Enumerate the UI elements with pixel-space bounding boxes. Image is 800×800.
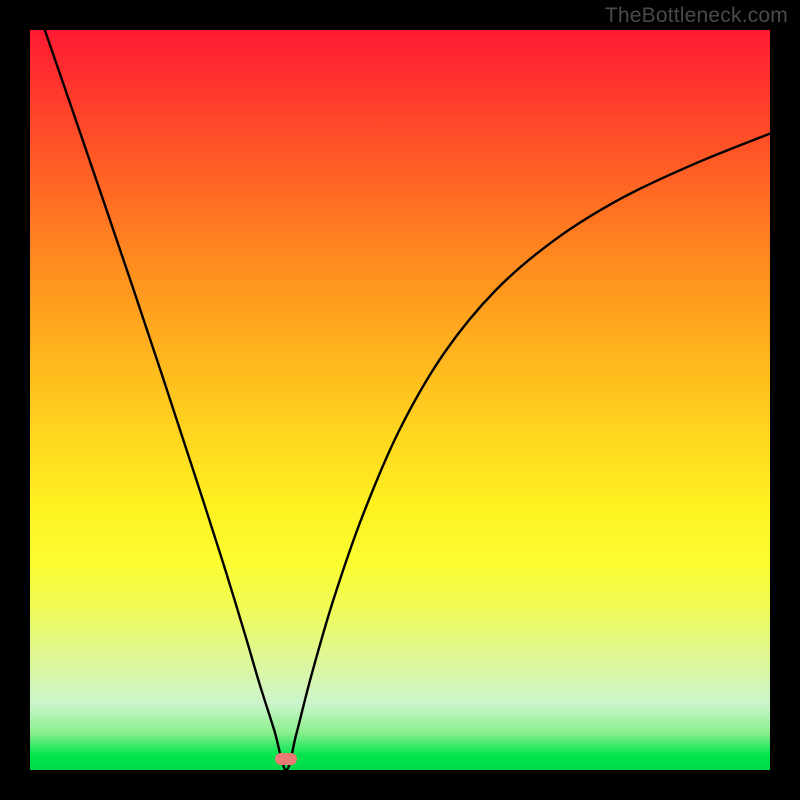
- optimal-point-marker: [275, 753, 297, 765]
- bottleneck-curve: [30, 30, 770, 770]
- chart-container: TheBottleneck.com: [0, 0, 800, 800]
- watermark-text: TheBottleneck.com: [605, 4, 788, 28]
- plot-area: [30, 30, 770, 770]
